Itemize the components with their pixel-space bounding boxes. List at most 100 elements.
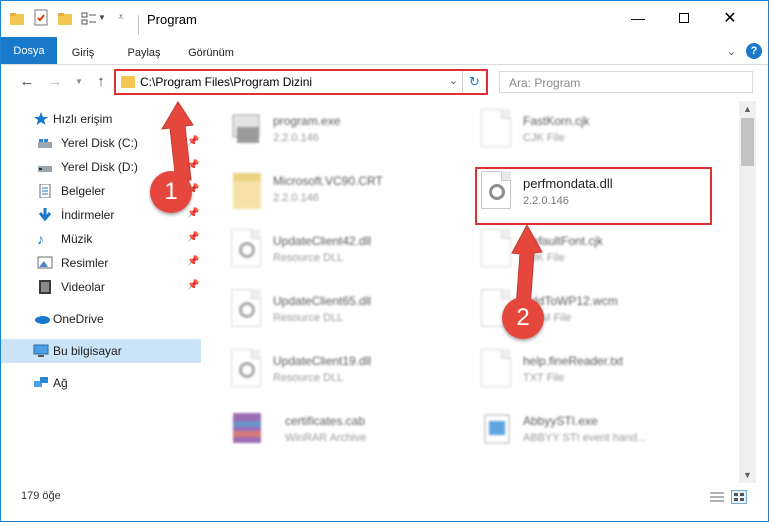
ribbon-right-controls: ⌄ ? [727,43,762,59]
file-detail: 2.2.0.146 [273,132,319,144]
file-item[interactable]: UpdateClient19.dll Resource DLL [231,349,471,405]
maximize-icon [679,13,689,23]
refresh-icon[interactable]: ↻ [462,71,486,93]
nav-item-pictures[interactable]: Resimler 📌 [1,251,201,275]
minimize-button[interactable]: — [615,1,661,35]
properties-icon[interactable] [33,9,49,26]
file-item[interactable]: FastKorn.cjk CJK File [481,109,721,165]
step-badge-1: 1 [150,171,192,213]
drive-icon [37,160,53,174]
help-icon[interactable]: ? [746,43,762,59]
close-button[interactable]: ✕ [707,1,753,35]
step-badge-2: 2 [502,297,544,339]
navigation-pane: Hızlı erişim Yerel Disk (C:) 📌 Yerel Dis… [1,105,204,483]
recent-locations-icon[interactable]: ▼ [69,73,89,91]
nav-onedrive[interactable]: OneDrive [1,307,201,331]
address-path[interactable]: C:\Program Files\Program Dizini [140,75,312,89]
nav-this-pc[interactable]: Bu bilgisayar [1,339,201,363]
text-file-icon [481,349,515,391]
file-name: AbbyySTI.exe [523,414,598,428]
pin-icon[interactable]: 📌 [187,280,199,291]
tab-view[interactable]: Görünüm [181,41,241,65]
nav-label: Yerel Disk (C:) [61,136,138,150]
status-bar: 179 öğe [1,485,768,521]
file-item[interactable]: help.fineReader.txt TXT File [481,349,721,405]
file-name: certificates.cab [285,414,366,428]
nav-network[interactable]: Ağ [1,371,201,395]
file-list: program.exe 2.2.0.146 Microsoft.VC90.CRT… [205,101,739,483]
address-bar[interactable]: C:\Program Files\Program Dizini ⌄ ↻ [114,69,488,95]
forward-arrow-icon[interactable]: → [45,73,65,91]
file-name: Microsoft.VC90.CRT [273,174,383,188]
application-icon [481,409,515,451]
file-detail: Resource DLL [273,252,344,264]
minimize-icon: — [631,10,645,26]
nav-quick-access[interactable]: Hızlı erişim [1,107,201,131]
back-arrow-icon[interactable]: ← [17,73,37,91]
nav-label: Hızlı erişim [53,112,113,126]
document-icon [481,229,515,271]
document-icon [481,109,515,151]
file-item[interactable]: DefaultFont.cjk CJK File [481,229,721,285]
file-detail: WinRAR Archive [285,432,367,444]
pin-icon[interactable]: 📌 [187,256,199,267]
file-name: help.fineReader.txt [523,354,624,368]
nav-label: Bu bilgisayar [53,344,122,358]
customize-toolbar-icon[interactable]: ⩡ [118,12,124,23]
close-icon: ✕ [723,10,737,27]
downloads-icon [37,208,53,222]
nav-label: OneDrive [53,312,104,326]
details-view-icon[interactable] [709,490,725,504]
nav-label: Ağ [53,376,68,390]
pin-icon[interactable]: 📌 [187,208,199,219]
title-bar: ▼ ⩡ Program — ✕ [1,1,768,37]
file-detail: Resource DLL [273,372,344,384]
archive-icon [231,409,265,451]
scroll-up-icon[interactable]: ▲ [739,101,756,117]
file-detail: CJK File [523,252,565,264]
file-item[interactable]: certificates.cab WinRAR Archive [231,409,471,465]
file-item[interactable]: UpdateClient42.dll Resource DLL [231,229,471,285]
tab-file[interactable]: Dosya [1,37,57,64]
dll-file-icon [231,229,265,271]
nav-item-disk-c[interactable]: Yerel Disk (C:) 📌 [1,131,201,155]
file-item[interactable]: program.exe 2.2.0.146 [231,109,471,165]
file-name: FastKorn.cjk [523,114,590,128]
window-title: Program [147,12,197,27]
chevron-down-icon[interactable]: ⌄ [449,74,458,87]
cloud-icon [33,312,50,326]
file-detail: Resource DLL [273,312,344,324]
pin-icon[interactable]: 📌 [187,136,199,147]
pictures-icon [37,256,53,270]
new-folder-icon[interactable] [57,11,73,27]
nav-label: Resimler [61,256,109,270]
search-placeholder: Ara: Program [509,76,581,90]
search-input[interactable]: Ara: Program [499,71,753,93]
scroll-thumb[interactable] [741,118,754,166]
large-icons-view-icon[interactable] [731,490,747,504]
expand-ribbon-icon[interactable]: ⌄ [727,45,736,58]
nav-item-music[interactable]: ♪ Müzik 📌 [1,227,201,251]
drive-icon [37,136,53,150]
vertical-scrollbar[interactable]: ▲ ▼ [739,101,756,483]
computer-icon [33,344,49,358]
scroll-down-icon[interactable]: ▼ [739,467,756,483]
documents-icon [37,183,53,199]
file-item[interactable]: UpdateClient65.dll Resource DLL [231,289,471,345]
maximize-button[interactable] [661,1,707,35]
pin-icon[interactable]: 📌 [187,160,199,171]
tab-home[interactable]: Giriş [63,41,103,65]
chevron-down-icon[interactable]: ▼ [98,13,106,22]
view-options-icon[interactable] [81,11,97,27]
dll-file-icon [231,349,265,391]
pin-icon[interactable]: 📌 [187,232,199,243]
network-icon [33,376,49,390]
tab-share[interactable]: Paylaş [119,41,169,65]
videos-icon [37,280,53,294]
up-arrow-icon[interactable]: ↑ [91,73,111,91]
file-item[interactable]: Microsoft.VC90.CRT 2.2.0.146 [231,169,471,225]
file-item[interactable]: AbbyySTI.exe ABBYY STI event hand... [481,409,721,465]
item-count: 179 öğe [21,490,61,502]
nav-item-videos[interactable]: Videolar 📌 [1,275,201,299]
file-name: UpdateClient65.dll [273,294,372,308]
